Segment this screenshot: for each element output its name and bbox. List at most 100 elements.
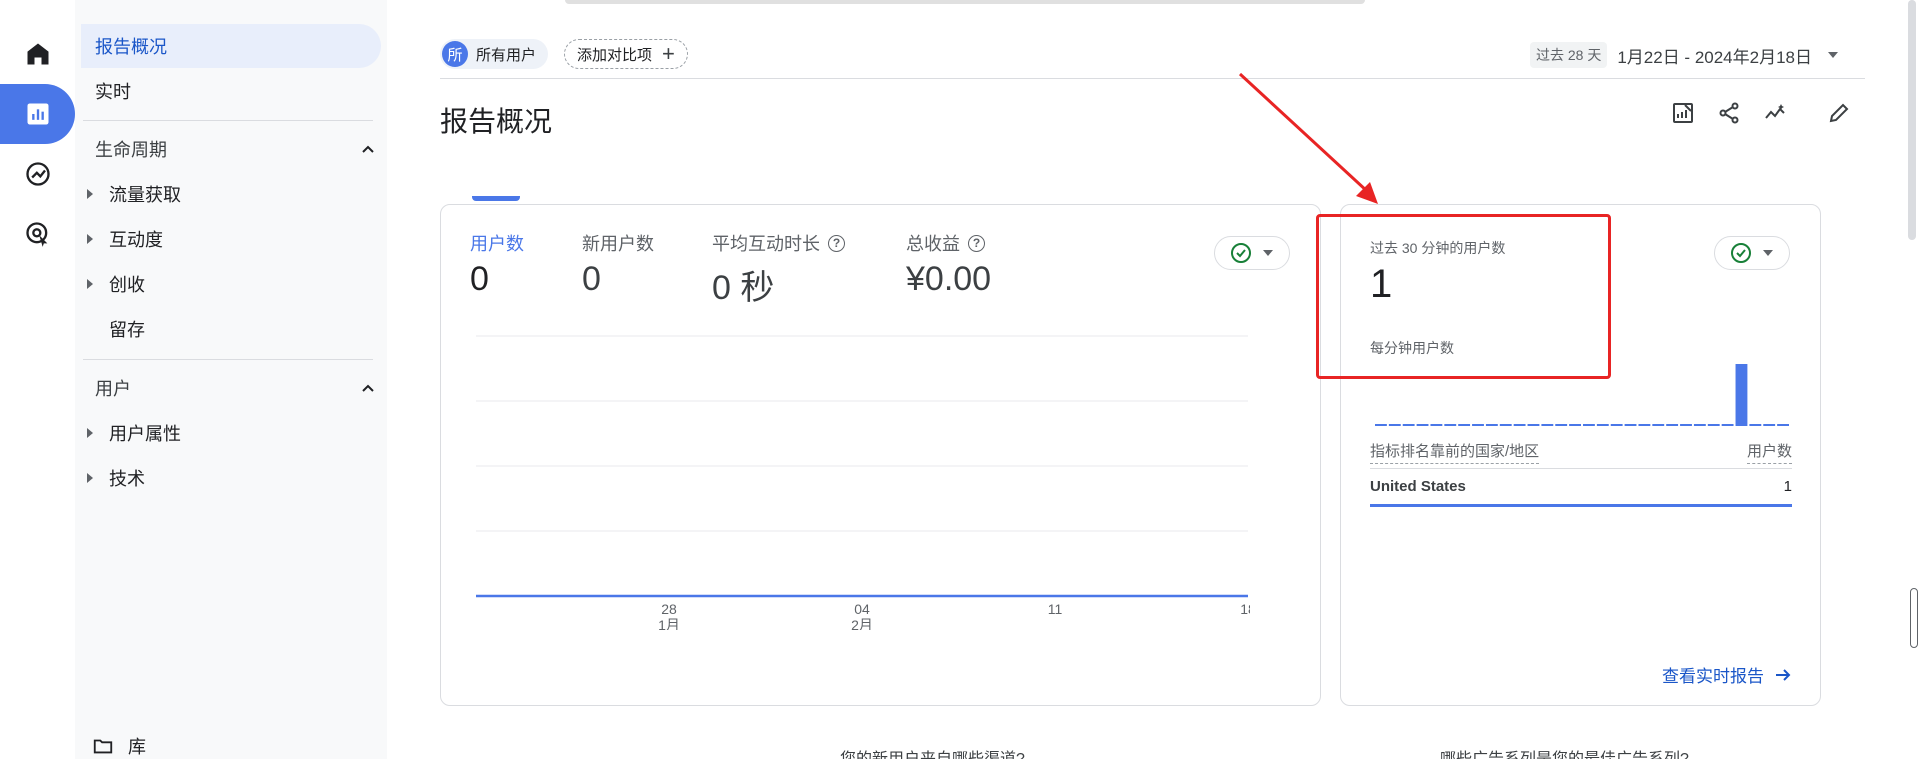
country-cell: United States (1370, 478, 1466, 495)
per-minute-bar[interactable] (1693, 424, 1706, 426)
insights-button[interactable] (1762, 100, 1788, 126)
per-minute-bar[interactable] (1416, 424, 1429, 426)
customize-report-button[interactable] (1670, 100, 1696, 126)
scroll-thumb[interactable] (1910, 588, 1918, 648)
per-minute-bar[interactable] (1541, 424, 1554, 426)
page-title: 报告概况 (440, 106, 553, 137)
page-toolbar (1670, 100, 1852, 126)
date-range-tag: 过去 28 天 (1529, 42, 1608, 68)
plus-icon: + (662, 41, 675, 66)
edit-button[interactable] (1826, 100, 1852, 126)
rail-advertising[interactable] (0, 204, 75, 264)
edit-chart-icon (1673, 103, 1693, 123)
card-status-button[interactable] (1214, 236, 1290, 270)
per-minute-bar[interactable] (1624, 424, 1637, 426)
per-minute-bar[interactable] (1735, 364, 1748, 426)
per-minute-bar[interactable] (1458, 424, 1471, 426)
rail-reports[interactable] (0, 84, 75, 144)
nav-item-label: 创收 (109, 275, 145, 295)
nav-section-user[interactable]: 用户 (95, 366, 375, 410)
table-row: United States 1 (1370, 478, 1792, 495)
page-scrollbar[interactable] (1908, 0, 1916, 240)
per-minute-bar[interactable] (1721, 424, 1734, 426)
metric-tab-revenue[interactable]: 总收益? ¥0.00 (906, 230, 991, 299)
nav-item-acquisition[interactable]: 流量获取 (87, 172, 181, 216)
check-circle-icon (1231, 243, 1251, 263)
per-minute-bar[interactable] (1430, 424, 1443, 426)
reports-icon (27, 103, 48, 125)
per-minute-bar[interactable] (1596, 424, 1609, 426)
realtime-status-button[interactable] (1714, 236, 1790, 270)
nav-overview[interactable]: 报告概况 (81, 24, 381, 68)
dropdown-caret-icon (1263, 250, 1273, 256)
nav-library[interactable]: 库 (92, 733, 146, 759)
users-column-header[interactable]: 用户数 (1746, 440, 1792, 464)
help-icon[interactable]: ? (968, 234, 985, 252)
nav-section-lifecycle[interactable]: 生命周期 (95, 127, 375, 171)
bottom-question-channels: 您的新用户来自哪些渠道? (840, 745, 1025, 759)
metric-tab-new-users[interactable]: 新用户数 0 (582, 230, 654, 299)
per-minute-bar[interactable] (1444, 424, 1457, 426)
per-minute-bar[interactable] (1402, 424, 1415, 426)
per-minute-bar[interactable] (1666, 424, 1679, 426)
segment-chip[interactable]: 所 所有用户 (440, 39, 549, 69)
per-minute-bar[interactable] (1610, 424, 1623, 426)
metric-tab-engagement-time[interactable]: 平均互动时长? 0 秒 (712, 230, 845, 309)
per-minute-bar[interactable] (1777, 424, 1789, 426)
per-minute-bar[interactable] (1707, 424, 1720, 426)
rail-explore[interactable] (0, 144, 75, 204)
caret-right-icon (87, 428, 93, 438)
per-minute-bar[interactable] (1513, 424, 1526, 426)
rail-home[interactable] (0, 24, 75, 84)
dropdown-caret-icon (1763, 250, 1773, 256)
nav-realtime[interactable]: 实时 (95, 69, 131, 113)
per-minute-bar[interactable] (1485, 424, 1498, 426)
annotation-highlight-box (1316, 214, 1611, 379)
advertising-icon (25, 222, 47, 247)
realtime-table-divider (1370, 468, 1792, 469)
arrow-right-icon (1776, 668, 1791, 681)
metric-tab-users[interactable]: 用户数 0 (470, 230, 524, 299)
nav-item-tech[interactable]: 技术 (87, 456, 145, 500)
nav-item-monetization[interactable]: 创收 (87, 262, 145, 306)
per-minute-bar[interactable] (1527, 424, 1540, 426)
nav-item-engagement[interactable]: 互动度 (87, 217, 163, 261)
per-minute-bar[interactable] (1749, 424, 1762, 426)
country-column-header[interactable]: 指标排名靠前的国家/地区 (1370, 440, 1540, 464)
per-minute-bar[interactable] (1680, 424, 1692, 426)
top-scroll-hint (565, 0, 1365, 4)
per-minute-bar[interactable] (1388, 424, 1401, 426)
help-icon[interactable]: ? (828, 234, 845, 252)
add-comparison-button[interactable]: 添加对比项 + (564, 39, 688, 69)
check-circle-icon (1731, 243, 1751, 263)
per-minute-bar[interactable] (1583, 424, 1595, 426)
per-minute-bar[interactable] (1472, 424, 1484, 426)
per-minute-bar[interactable] (1569, 424, 1581, 426)
add-comparison-label: 添加对比项 (577, 46, 653, 64)
share-button[interactable] (1716, 100, 1742, 126)
per-minute-bar[interactable] (1652, 424, 1665, 426)
users-cell: 1 (1783, 478, 1792, 495)
home-icon (27, 43, 48, 65)
per-minute-bar[interactable] (1499, 424, 1512, 426)
nav-panel: 报告概况 实时 生命周期 流量获取 互动度 创收 留存 用户 用户属性 技术 (75, 0, 387, 759)
nav-item-retention[interactable]: 留存 (87, 307, 145, 351)
nav-section-label: 生命周期 (95, 140, 167, 160)
caret-right-icon (87, 473, 93, 483)
per-minute-bar[interactable] (1763, 424, 1776, 426)
caret-right-icon (87, 189, 93, 199)
explore-icon (25, 162, 50, 186)
metric-label: 新用户数 (582, 234, 654, 254)
view-realtime-link[interactable]: 查看实时报告 (1662, 662, 1792, 687)
metric-value: 0 秒 (712, 269, 775, 307)
segment-label: 所有用户 (476, 46, 537, 64)
date-range-picker[interactable]: 过去 28 天 1月22日 - 2024年2月18日 (1529, 42, 1838, 68)
segment-avatar: 所 (442, 41, 468, 67)
per-minute-bar[interactable] (1555, 424, 1568, 426)
nav-item-user-attributes[interactable]: 用户属性 (87, 411, 181, 455)
users-line-chart: 281月 042月 11 18 (474, 330, 1250, 630)
metric-label-row: 总收益? (906, 230, 991, 256)
per-minute-bar[interactable] (1638, 424, 1651, 426)
per-minute-bar[interactable] (1375, 424, 1387, 426)
nav-item-label: 用户属性 (109, 424, 181, 444)
